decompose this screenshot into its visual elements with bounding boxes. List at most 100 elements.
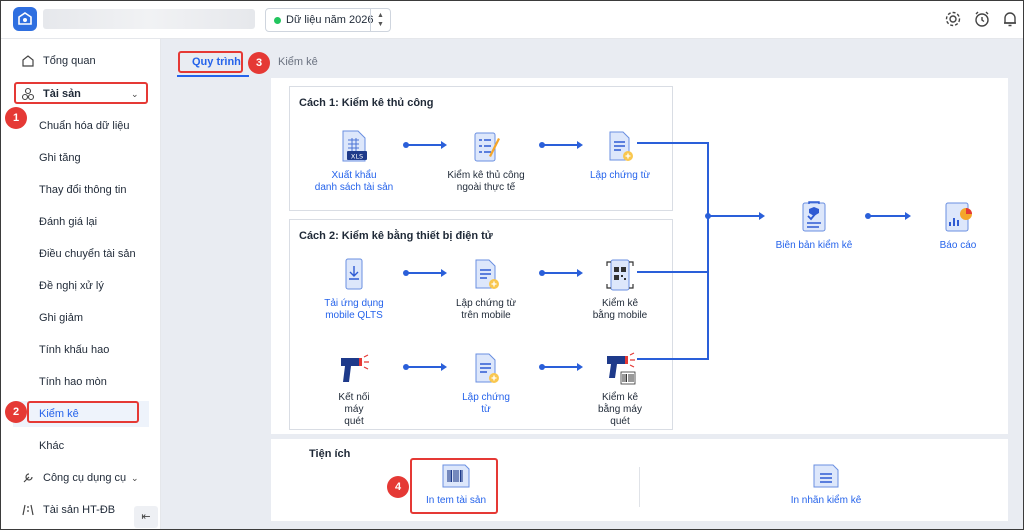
step-manual-count: Kiểm kê thủ công ngoài thực tế <box>431 130 541 194</box>
step-mobile-count: Kiểm kê bằng mobile <box>565 258 675 322</box>
top-bar: Dữ liệu năm 2026 ▲ ▼ <box>1 1 1023 39</box>
sidebar-item-label: Tổng quan <box>43 55 96 67</box>
chevron-down-icon[interactable]: ▼ <box>377 20 384 29</box>
sidebar-item-label: Tính khấu hao <box>39 344 110 356</box>
highlight-inventory <box>27 401 139 423</box>
tab-inventory[interactable]: Kiểm kê <box>278 56 318 68</box>
step-create-voucher[interactable]: Lập chứng từ <box>565 130 675 182</box>
callout-badge: 2 <box>5 401 27 423</box>
alarm-icon[interactable] <box>973 10 991 28</box>
flow-arrow <box>539 363 583 371</box>
print-inventory-label-button[interactable]: In nhãn kiểm kê <box>771 463 881 507</box>
sidebar-item-tools[interactable]: Công cụ dụng cụ ⌄ <box>1 465 161 491</box>
sidebar-item-change-info[interactable]: Thay đổi thông tin <box>1 177 161 203</box>
step-label: Tải ứng dụng <box>324 298 384 309</box>
step-label: Lập chứng <box>462 392 510 403</box>
barcode-scanner-icon <box>341 354 369 382</box>
sidebar-item-transfer[interactable]: Điều chuyển tài sản <box>1 241 161 267</box>
step-report[interactable]: Báo cáo <box>903 200 1013 252</box>
step-label: Biên bản kiểm kê <box>775 240 853 251</box>
step-label: mobile QLTS <box>325 310 383 321</box>
step-label: Lập chứng từ <box>589 170 651 181</box>
sidebar-item-label: Điều chuyển tài sản <box>39 248 136 260</box>
highlight-process-tab <box>178 51 243 73</box>
document-add-icon <box>475 353 499 383</box>
chevron-up-icon[interactable]: ▲ <box>377 11 384 20</box>
connector-line <box>707 142 709 360</box>
active-tab-indicator <box>177 75 249 77</box>
year-select[interactable]: Dữ liệu năm 2026 ▲ ▼ <box>265 8 391 32</box>
step-label: từ <box>481 404 491 415</box>
step-label: Lập chứng từ <box>455 298 517 309</box>
organization-name <box>43 9 255 29</box>
collapse-sidebar-icon[interactable]: ⇤ <box>134 506 158 528</box>
sidebar-item-label: Tài sản HT-ĐB <box>43 504 116 516</box>
step-label: bằng máy <box>598 404 642 415</box>
year-select-label: Dữ liệu năm 2026 <box>286 14 374 26</box>
checklist-icon <box>474 132 500 162</box>
sidebar-item-overview[interactable]: Tổng quan <box>1 48 161 74</box>
step-mobile-voucher: Lập chứng từ trên mobile <box>431 258 541 322</box>
step-label: Kiểm kê <box>601 392 639 403</box>
step-create-voucher-2[interactable]: Lập chứng từ <box>431 352 541 416</box>
step-label: trên mobile <box>461 310 511 321</box>
sidebar-item-increase[interactable]: Ghi tăng <box>1 145 161 171</box>
step-label: Xuất khẩu <box>331 170 377 181</box>
sidebar-item-disposal-request[interactable]: Đề nghị xử lý <box>1 273 161 299</box>
step-label: Kiểm kê <box>601 298 639 309</box>
svg-text:XLS: XLS <box>351 153 363 161</box>
flow-arrow <box>403 141 447 149</box>
callout-badge: 1 <box>5 107 27 129</box>
flow-arrow <box>705 212 765 220</box>
callout-badge: 3 <box>248 52 270 74</box>
sidebar-item-label: Ghi giảm <box>39 312 84 324</box>
inventory-report-icon <box>802 201 826 232</box>
settings-icon[interactable] <box>944 10 962 28</box>
step-label: máy <box>344 404 364 415</box>
tab-bar: Quy trình Kiểm kê <box>162 39 1023 77</box>
flow-arrow <box>403 269 447 277</box>
step-label: danh sách tài sản <box>314 182 394 193</box>
utilities-title: Tiện ích <box>309 448 351 460</box>
utilities-panel: Tiện ích In tem tài sản In nhãn kiểm kê <box>271 439 1008 521</box>
sidebar-item-label: Công cụ dụng cụ <box>43 472 127 484</box>
sidebar-item-label: Ghi tăng <box>39 152 81 164</box>
document-add-icon <box>475 259 499 289</box>
step-label: Báo cáo <box>939 240 977 251</box>
step-inventory-minutes[interactable]: Biên bản kiểm kê <box>759 200 869 252</box>
sidebar-item-other[interactable]: Khác <box>1 433 161 459</box>
scanner-barcode-icon <box>607 352 636 385</box>
callout-badge: 4 <box>387 476 409 498</box>
step-label: ngoài thực tế <box>456 182 516 193</box>
bell-icon[interactable] <box>1001 10 1019 28</box>
home-icon <box>22 55 34 67</box>
qr-scan-icon <box>606 259 634 291</box>
sidebar-item-decrease[interactable]: Ghi giảm <box>1 305 161 331</box>
connector-line <box>637 271 707 273</box>
sidebar-item-label: Thay đổi thông tin <box>39 184 127 196</box>
sidebar-item-label: Đánh giá lại <box>39 216 98 228</box>
flow-arrow <box>539 141 583 149</box>
step-download-app[interactable]: Tải ứng dụng mobile QLTS <box>299 258 409 322</box>
status-dot <box>274 16 281 24</box>
chevron-down-icon[interactable]: ⌄ <box>131 473 139 484</box>
step-label: bằng mobile <box>592 310 648 321</box>
excel-export-icon: XLS <box>342 130 367 162</box>
logo-icon[interactable] <box>13 7 37 31</box>
step-export-list[interactable]: XLS Xuất khẩu danh sách tài sản <box>299 130 409 194</box>
sidebar-item-revaluation[interactable]: Đánh giá lại <box>1 209 161 235</box>
sidebar-item-label: Chuẩn hóa dữ liệu <box>39 120 130 132</box>
document-add-icon <box>609 131 633 161</box>
electronic-method-title: Cách 2: Kiểm kê bằng thiết bị điện tử <box>299 230 493 242</box>
sidebar-item-label: Tính hao mòn <box>39 376 107 388</box>
sidebar-item-amortization[interactable]: Tính hao mòn <box>1 369 161 395</box>
sidebar-item-depreciation[interactable]: Tính khấu hao <box>1 337 161 363</box>
flow-arrow <box>403 363 447 371</box>
step-label: quét <box>610 416 630 427</box>
report-chart-icon <box>945 202 972 232</box>
year-stepper[interactable]: ▲ ▼ <box>370 9 390 31</box>
highlight-assets <box>14 82 148 104</box>
connector-line <box>637 358 707 360</box>
step-label: quét <box>344 416 364 427</box>
tools-icon <box>23 473 33 483</box>
